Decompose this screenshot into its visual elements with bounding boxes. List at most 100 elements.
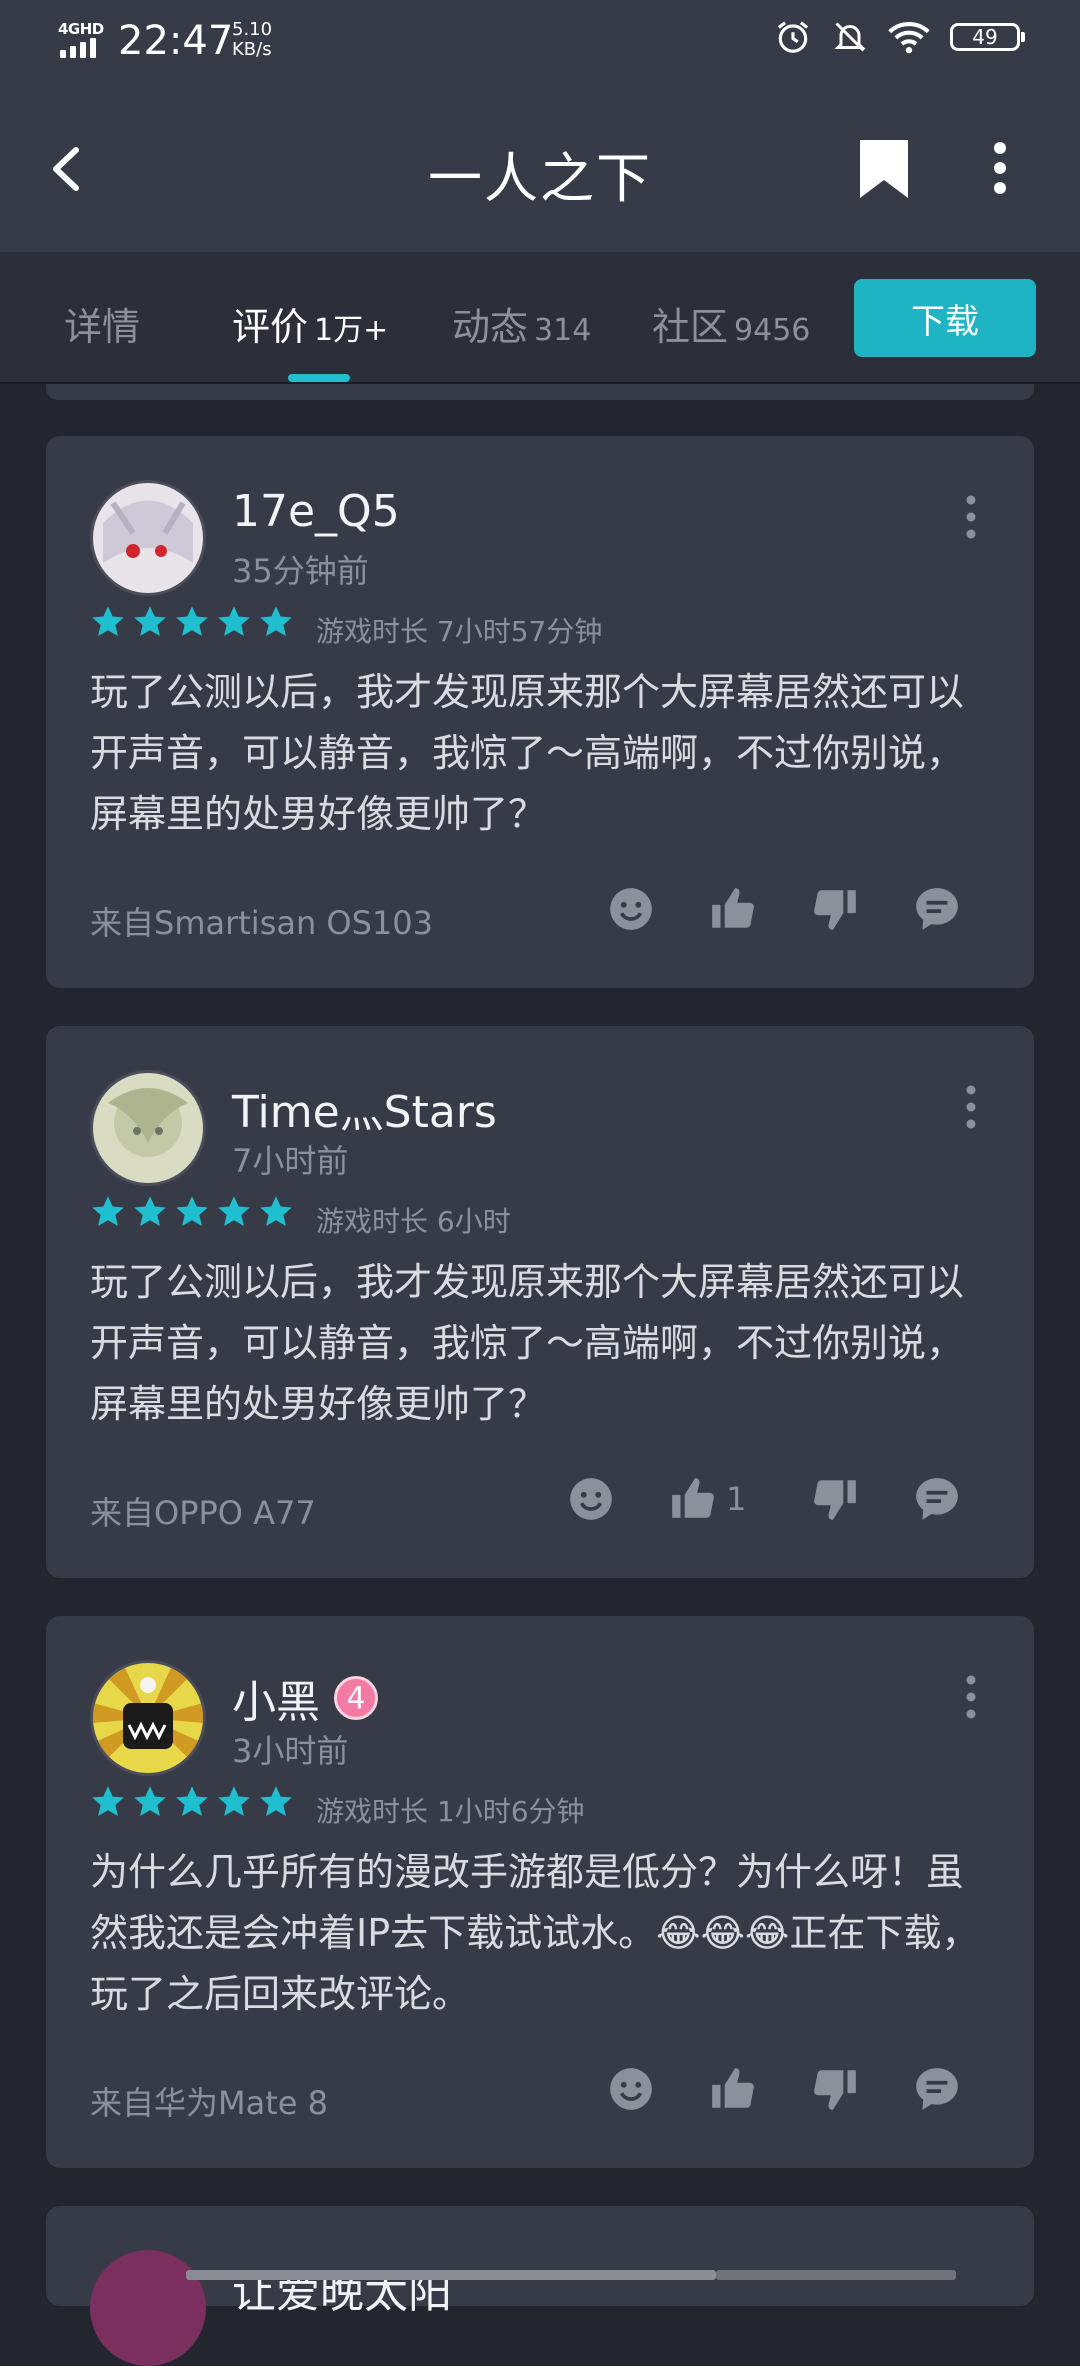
username-text: Time灬Stars xyxy=(232,1087,497,1138)
more-vertical-icon xyxy=(994,142,1006,194)
smiley-icon xyxy=(610,2068,652,2110)
username[interactable]: Time灬Stars xyxy=(232,1076,497,1140)
username[interactable]: 小黑 4 xyxy=(232,1666,378,1730)
playtime: 游戏时长 1小时6分钟 xyxy=(316,1795,585,1828)
more-button[interactable] xyxy=(975,134,1025,204)
smiley-icon xyxy=(610,888,652,930)
comment-icon xyxy=(916,888,958,930)
review-card: 让爱晚太阳 xyxy=(46,2206,1034,2366)
rating-stars xyxy=(90,604,294,640)
dislike-button[interactable] xyxy=(810,1474,860,1524)
review-card: 17e_Q5 35分钟前 游戏时长 7小时57分钟 玩了公测以后，我才发现原来那… xyxy=(46,436,1034,988)
thumbs-down-icon xyxy=(814,2070,856,2110)
tab-reviews[interactable]: 评价 1万+ xyxy=(232,296,388,351)
avatar[interactable] xyxy=(90,1070,206,1186)
smiley-icon xyxy=(570,1478,612,1520)
star-icon xyxy=(260,1786,292,1816)
tab-community[interactable]: 社区 9456 xyxy=(652,296,810,351)
tab-label: 详情 xyxy=(64,305,141,349)
playtime: 游戏时长 6小时 xyxy=(316,1205,511,1238)
star-icon xyxy=(92,1786,124,1816)
review-text[interactable]: 玩了公测以后，我才发现原来那个大屏幕居然还可以开声音，可以静音，我惊了～高端啊，… xyxy=(90,662,990,845)
mute-icon xyxy=(834,22,866,52)
tab-count: 314 xyxy=(534,313,592,348)
avatar[interactable] xyxy=(90,480,206,596)
dislike-button[interactable] xyxy=(810,2064,860,2114)
star-icon xyxy=(134,1196,166,1226)
signal-icon xyxy=(60,38,96,58)
star-icon xyxy=(218,1196,250,1226)
review-more-button[interactable] xyxy=(956,1672,986,1722)
download-button[interactable]: 下载 xyxy=(854,279,1036,357)
review-card: 小黑 4 3小时前 游戏时长 1小时6分钟 为什么几乎所有的漫改手游都是低分？为… xyxy=(46,1616,1034,2168)
thumbs-down-icon xyxy=(814,1480,856,1520)
star-icon xyxy=(134,606,166,636)
tab-label: 社区 xyxy=(652,305,729,349)
emoji-react-button[interactable] xyxy=(606,884,656,934)
battery-icon: 49 xyxy=(950,23,1025,51)
star-icon xyxy=(260,606,292,636)
avatar[interactable] xyxy=(90,1660,206,1776)
dislike-button[interactable] xyxy=(810,884,860,934)
tab-count: 1万+ xyxy=(314,313,389,348)
playtime: 游戏时长 7小时57分钟 xyxy=(316,615,603,648)
bookmark-button[interactable] xyxy=(850,134,920,204)
level-badge: 4 xyxy=(334,1676,378,1720)
thumbs-up-icon xyxy=(712,2068,754,2108)
thumbs-up-icon xyxy=(712,888,754,928)
gesture-bar xyxy=(716,2270,956,2280)
thumbs-up-icon xyxy=(672,1478,714,1518)
comment-button[interactable] xyxy=(912,1474,962,1524)
network-type: 4GHD xyxy=(58,20,104,38)
review-card: Time灬Stars 7小时前 游戏时长 6小时 玩了公测以后，我才发现原来那个… xyxy=(46,1026,1034,1578)
review-more-button[interactable] xyxy=(956,1082,986,1132)
avatar[interactable] xyxy=(90,2250,206,2366)
rating-stars xyxy=(90,1784,294,1820)
comment-button[interactable] xyxy=(912,884,962,934)
status-time: 22:47 xyxy=(118,18,234,64)
like-button[interactable]: 1 xyxy=(668,1474,746,1524)
star-icon xyxy=(176,1786,208,1816)
like-button[interactable] xyxy=(708,2064,758,2114)
tab-activity[interactable]: 动态 314 xyxy=(452,296,591,351)
status-bar: 4GHD 22:47 5.10 KB/s 49 xyxy=(0,0,1080,84)
review-time: 3小时前 xyxy=(232,1732,349,1770)
star-icon xyxy=(260,1196,292,1226)
thumbs-down-icon xyxy=(814,890,856,930)
review-text[interactable]: 为什么几乎所有的漫改手游都是低分？为什么呀！虽然我还是会冲着IP去下载试试水。😂… xyxy=(90,1842,990,2025)
star-icon xyxy=(218,1786,250,1816)
username[interactable]: 让爱晚太阳 xyxy=(232,2256,452,2320)
review-text[interactable]: 玩了公测以后，我才发现原来那个大屏幕居然还可以开声音，可以静音，我惊了～高端啊，… xyxy=(90,1252,990,1435)
emoji-react-button[interactable] xyxy=(566,1474,616,1524)
tab-count: 9456 xyxy=(734,313,811,348)
username-text: 17e_Q5 xyxy=(232,486,400,537)
tab-label: 评价 xyxy=(232,305,309,349)
previous-review-card xyxy=(46,384,1034,400)
speed-unit: KB/s xyxy=(232,39,272,60)
star-icon xyxy=(176,1196,208,1226)
emoji-react-button[interactable] xyxy=(606,2064,656,2114)
username-text: 小黑 xyxy=(232,1677,320,1728)
bookmark-icon xyxy=(860,140,908,198)
more-vertical-icon xyxy=(966,1675,976,1719)
tab-details[interactable]: 详情 xyxy=(64,296,140,351)
like-button[interactable] xyxy=(708,884,758,934)
comment-button[interactable] xyxy=(912,2064,962,2114)
wifi-icon xyxy=(888,21,930,54)
like-count: 1 xyxy=(726,1480,747,1518)
comment-icon xyxy=(916,2068,958,2110)
review-more-button[interactable] xyxy=(956,492,986,542)
review-time: 35分钟前 xyxy=(232,552,369,590)
tab-label: 动态 xyxy=(452,305,529,349)
gesture-bar xyxy=(186,2270,716,2280)
username[interactable]: 17e_Q5 xyxy=(232,486,400,537)
star-icon xyxy=(92,606,124,636)
alarm-icon xyxy=(777,21,809,53)
speed-value: 5.10 xyxy=(232,19,273,40)
rating-stars xyxy=(90,1194,294,1230)
star-icon xyxy=(92,1196,124,1226)
more-vertical-icon xyxy=(966,1085,976,1129)
network-speed: 5.10 KB/s xyxy=(232,20,272,60)
more-vertical-icon xyxy=(966,495,976,539)
star-icon xyxy=(176,606,208,636)
